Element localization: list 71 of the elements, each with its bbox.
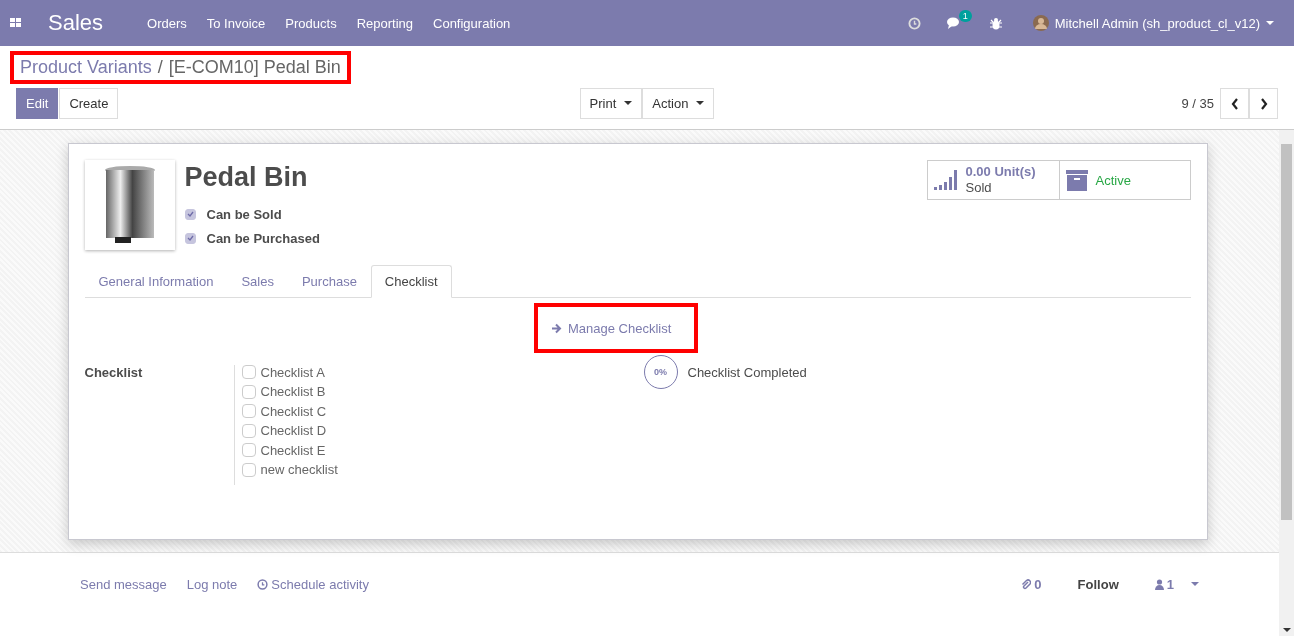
active-stat-button[interactable]: Active xyxy=(1058,161,1190,199)
menu-item[interactable]: To Invoice xyxy=(206,15,266,31)
apps-grid-icon[interactable] xyxy=(10,18,22,28)
tab[interactable]: General Information xyxy=(84,265,228,298)
manage-checklist-link[interactable]: Manage Checklist xyxy=(551,320,672,336)
menu-item[interactable]: Configuration xyxy=(433,15,511,31)
checkbox[interactable] xyxy=(241,404,256,419)
checklist-item-label: Checklist B xyxy=(260,384,326,400)
create-button[interactable]: Create xyxy=(59,88,119,119)
menu-item[interactable]: Products xyxy=(285,15,337,31)
product-name: Pedal Bin xyxy=(184,162,309,193)
edit-button[interactable]: Edit xyxy=(16,88,59,119)
action-dropdown[interactable]: Action xyxy=(642,88,715,119)
checkbox-label: Can be Sold xyxy=(206,206,282,222)
caret-icon xyxy=(624,101,633,106)
log-note-link[interactable]: Log note xyxy=(186,577,238,592)
chevron-left-icon xyxy=(1230,97,1239,110)
menu-item[interactable]: Reporting xyxy=(356,15,413,31)
checkbox[interactable] xyxy=(241,365,256,380)
sold-label: Sold xyxy=(965,180,993,196)
chevron-right-icon xyxy=(1259,97,1268,110)
scrollbar[interactable] xyxy=(1279,130,1294,636)
checkbox-label: Can be Purchased xyxy=(206,230,320,246)
breadcrumb-link[interactable]: Product Variants xyxy=(20,56,152,78)
previous-button[interactable] xyxy=(1220,88,1249,119)
active-status: Active xyxy=(1095,172,1131,188)
person-icon xyxy=(1154,579,1164,590)
print-dropdown[interactable]: Print xyxy=(579,88,643,119)
message-count-badge: 1 xyxy=(958,9,972,22)
checkbox[interactable] xyxy=(241,423,256,438)
bug-icon[interactable] xyxy=(989,16,1002,30)
checklist-item-label: Checklist C xyxy=(260,403,327,419)
caret-icon[interactable] xyxy=(1266,20,1274,26)
send-message-link[interactable]: Send message xyxy=(80,577,167,592)
tab[interactable]: Sales xyxy=(227,265,288,298)
breadcrumb-separator: / xyxy=(157,56,163,78)
bar-chart-icon xyxy=(933,169,959,191)
checkbox[interactable] xyxy=(241,462,256,477)
arrow-right-icon xyxy=(551,322,562,334)
checkbox[interactable] xyxy=(241,384,256,399)
chat-icon[interactable] xyxy=(946,16,962,30)
clock-icon[interactable] xyxy=(907,16,921,30)
checklist-item-label: new checklist xyxy=(260,462,338,478)
breadcrumb-current: [E-COM10] Pedal Bin xyxy=(168,56,341,78)
paperclip-icon xyxy=(1021,579,1032,590)
followers-button[interactable]: 1 xyxy=(1154,577,1199,592)
tab[interactable]: Checklist xyxy=(370,265,452,298)
next-button[interactable] xyxy=(1249,88,1278,119)
caret-icon xyxy=(1191,582,1199,587)
clock-icon xyxy=(257,579,269,590)
app-name[interactable]: Sales xyxy=(48,10,104,36)
field-label: Checklist xyxy=(84,365,144,382)
checklist-item-label: Checklist D xyxy=(260,423,327,439)
menu-item[interactable]: Orders xyxy=(147,15,187,31)
scroll-down-arrow-icon[interactable] xyxy=(1283,628,1291,633)
attachments-button[interactable]: 0 xyxy=(1021,577,1042,592)
checkbox[interactable] xyxy=(241,443,256,458)
progress-label: Checklist Completed xyxy=(687,364,807,380)
tab[interactable]: Purchase xyxy=(287,265,371,298)
user-menu[interactable]: Mitchell Admin (sh_product_cl_v12) xyxy=(1054,15,1260,31)
checkbox[interactable] xyxy=(184,232,196,244)
caret-icon xyxy=(696,101,705,106)
sold-stat-button[interactable]: 0.00 Unit(s) Sold xyxy=(927,161,1059,199)
sold-quantity: 0.00 Unit(s) xyxy=(965,164,1036,180)
avatar-icon xyxy=(1032,15,1049,31)
checklist-item-label: Checklist E xyxy=(260,442,326,458)
archive-box-icon xyxy=(1065,169,1088,191)
checklist-item-label: Checklist A xyxy=(260,364,325,380)
checkbox[interactable] xyxy=(184,208,196,220)
pager-value: 9 / 35 xyxy=(1181,96,1214,111)
schedule-activity-link[interactable]: Schedule activity xyxy=(257,577,369,592)
